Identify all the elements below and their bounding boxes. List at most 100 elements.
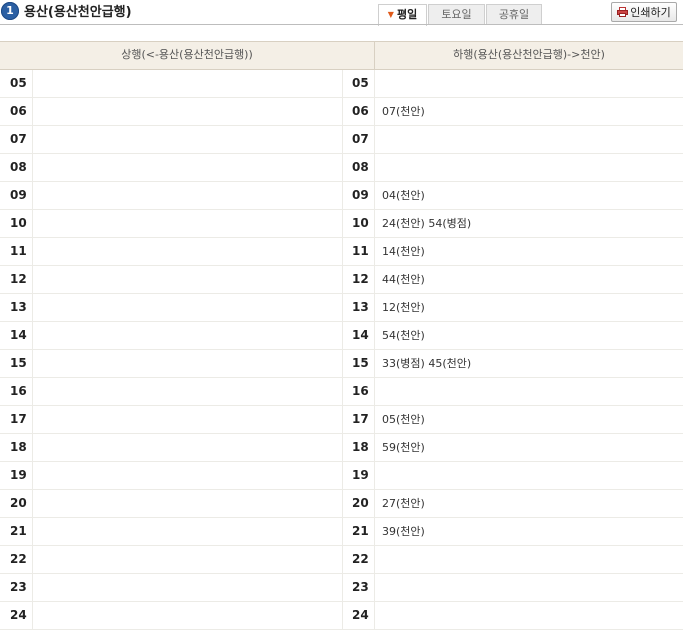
table-row: 06 06 07(천안) [0,98,683,126]
table-row: 16 16 [0,378,683,406]
cell-divider [374,434,375,462]
times-cell-down: 14(천안) [382,245,425,258]
hour-cell-up: 12 [10,272,27,286]
hour-cell-down: 14 [352,328,369,342]
hour-cell-up: 15 [10,356,27,370]
table-row: 19 19 [0,462,683,490]
table-row: 17 17 05(천안) [0,406,683,434]
cell-divider [374,490,375,518]
cell-divider [32,518,33,546]
cell-divider [374,546,375,574]
hour-cell-down: 23 [352,580,369,594]
times-cell-down: 54(천안) [382,329,425,342]
cell-divider [342,518,343,546]
cell-divider [374,70,375,98]
hour-cell-up: 18 [10,440,27,454]
tab-holiday[interactable]: 공휴일 [486,4,542,24]
station-title: 용산(용산천안급행) [24,5,132,20]
hour-cell-up: 05 [10,76,27,90]
hour-cell-up: 10 [10,216,27,230]
cell-divider [32,294,33,322]
table-row: 13 13 12(천안) [0,294,683,322]
hour-cell-down: 19 [352,468,369,482]
table-row: 08 08 [0,154,683,182]
times-cell-down: 12(천안) [382,301,425,314]
table-row: 07 07 [0,126,683,154]
hour-cell-down: 21 [352,524,369,538]
table-row: 09 09 04(천안) [0,182,683,210]
hour-cell-up: 07 [10,132,27,146]
cell-divider [374,126,375,154]
cell-divider [32,98,33,126]
cell-divider [374,602,375,630]
cell-divider [342,182,343,210]
cell-divider [374,350,375,378]
times-cell-down: 24(천안) 54(병점) [382,217,472,230]
cell-divider [32,266,33,294]
table-row: 05 05 [0,70,683,98]
cell-divider [32,378,33,406]
cell-divider [32,434,33,462]
cell-divider [342,406,343,434]
hour-cell-down: 05 [352,76,369,90]
print-button[interactable]: 인쇄하기 [611,2,677,22]
cell-divider [32,574,33,602]
cell-divider [32,602,33,630]
cell-divider [32,462,33,490]
hour-cell-down: 24 [352,608,369,622]
cell-divider [32,350,33,378]
caret-down-icon: ▼ [387,10,394,19]
hour-cell-down: 07 [352,132,369,146]
table-row: 18 18 59(천안) [0,434,683,462]
cell-divider [374,322,375,350]
timetable-header: 상행(<-용산(용산천안급행)) 하행(용산(용산천안급행)->천안) [0,41,683,70]
cell-divider [342,70,343,98]
hour-cell-down: 10 [352,216,369,230]
header-divider [0,24,683,25]
tab-saturday[interactable]: 토요일 [428,4,485,24]
table-row: 11 11 14(천안) [0,238,683,266]
times-cell-down: 39(천안) [382,525,425,538]
hour-cell-up: 17 [10,412,27,426]
column-header-down: 하행(용산(용산천안급행)->천안) [453,48,605,61]
cell-divider [342,462,343,490]
cell-divider [32,210,33,238]
cell-divider [342,98,343,126]
cell-divider [374,378,375,406]
hour-cell-up: 22 [10,552,27,566]
table-row: 12 12 44(천안) [0,266,683,294]
hour-cell-up: 09 [10,188,27,202]
cell-divider [32,406,33,434]
printer-icon [617,7,629,17]
times-cell-down: 27(천안) [382,497,425,510]
hour-cell-up: 19 [10,468,27,482]
times-cell-down: 05(천안) [382,413,425,426]
times-cell-down: 07(천안) [382,105,425,118]
cell-divider [32,182,33,210]
times-cell-down: 44(천안) [382,273,425,286]
cell-divider [342,126,343,154]
table-row: 22 22 [0,546,683,574]
cell-divider [32,322,33,350]
tab-weekday[interactable]: ▼ 평일 [378,4,427,26]
cell-divider [342,574,343,602]
timetable-body: 05 05 06 06 07(천안) 07 07 08 08 09 09 04(천안) 10 10 24(천… [0,70,683,630]
column-header-up: 상행(<-용산(용산천안급행)) [0,42,375,69]
cell-divider [374,406,375,434]
top-bar: 1 용산(용산천안급행) ▼ 평일 토요일 공휴일 인쇄하기 [0,0,683,40]
hour-cell-down: 17 [352,412,369,426]
hour-cell-down: 13 [352,300,369,314]
cell-divider [32,490,33,518]
tab-weekday-label: 평일 [396,8,418,21]
day-type-tabs: ▼ 평일 토요일 공휴일 [378,4,543,26]
hour-cell-up: 20 [10,496,27,510]
hour-cell-up: 24 [10,608,27,622]
cell-divider [342,154,343,182]
hour-cell-down: 16 [352,384,369,398]
hour-cell-up: 21 [10,524,27,538]
hour-cell-up: 14 [10,328,27,342]
hour-cell-up: 16 [10,384,27,398]
cell-divider [342,602,343,630]
cell-divider [342,294,343,322]
times-cell-down: 04(천안) [382,189,425,202]
